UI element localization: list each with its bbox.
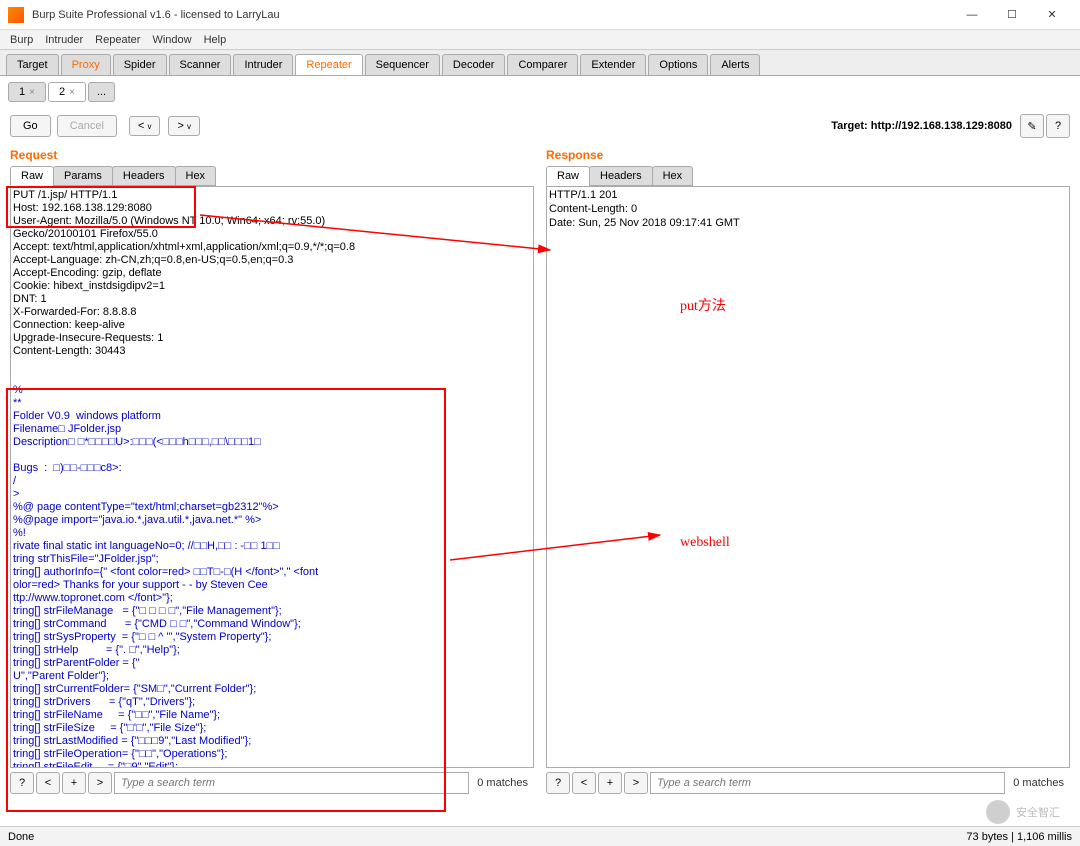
help-button[interactable]: ? bbox=[1046, 114, 1070, 138]
title-bar: Burp Suite Professional v1.6 - licensed … bbox=[0, 0, 1080, 30]
main-tabs: Target Proxy Spider Scanner Intruder Rep… bbox=[0, 50, 1080, 76]
search-help-button[interactable]: ? bbox=[10, 772, 34, 794]
request-tab-params[interactable]: Params bbox=[53, 166, 113, 186]
menu-help[interactable]: Help bbox=[198, 32, 233, 48]
response-title: Response bbox=[546, 144, 1070, 166]
search-add-button[interactable]: + bbox=[598, 772, 622, 794]
request-search-input[interactable] bbox=[114, 772, 469, 794]
request-tab-raw[interactable]: Raw bbox=[10, 166, 54, 186]
watermark-logo-icon bbox=[986, 800, 1010, 824]
response-editor[interactable]: HTTP/1.1 201 Content-Length: 0 Date: Sun… bbox=[546, 186, 1070, 768]
tab-options[interactable]: Options bbox=[648, 54, 708, 75]
arrow-put-icon bbox=[200, 200, 560, 260]
subtab-1[interactable]: 1× bbox=[8, 82, 46, 102]
tab-spider[interactable]: Spider bbox=[113, 54, 167, 75]
arrow-webshell-icon bbox=[450, 510, 670, 570]
maximize-button[interactable]: ☐ bbox=[992, 1, 1032, 29]
tab-target[interactable]: Target bbox=[6, 54, 59, 75]
annotation-put: put方法 bbox=[680, 295, 726, 315]
response-tab-headers[interactable]: Headers bbox=[589, 166, 653, 186]
search-help-button[interactable]: ? bbox=[546, 772, 570, 794]
tab-comparer[interactable]: Comparer bbox=[507, 54, 578, 75]
close-icon[interactable]: × bbox=[69, 87, 75, 98]
menu-bar: Burp Intruder Repeater Window Help bbox=[0, 30, 1080, 50]
repeater-toolbar: Go Cancel < v > v Target: http://192.168… bbox=[0, 108, 1080, 144]
response-tab-hex[interactable]: Hex bbox=[652, 166, 694, 186]
response-search-input[interactable] bbox=[650, 772, 1005, 794]
menu-repeater[interactable]: Repeater bbox=[89, 32, 146, 48]
annotation-webshell: webshell bbox=[680, 535, 730, 551]
search-next-button[interactable]: > bbox=[624, 772, 648, 794]
search-prev-button[interactable]: < bbox=[572, 772, 596, 794]
watermark: 安全智汇 bbox=[986, 800, 1060, 824]
search-next-button[interactable]: > bbox=[88, 772, 112, 794]
tab-repeater[interactable]: Repeater bbox=[295, 54, 362, 75]
history-forward-button[interactable]: > v bbox=[168, 116, 200, 136]
edit-target-button[interactable]: ✎ bbox=[1020, 114, 1044, 138]
tab-extender[interactable]: Extender bbox=[580, 54, 646, 75]
app-icon bbox=[8, 7, 24, 23]
window-title: Burp Suite Professional v1.6 - licensed … bbox=[32, 9, 952, 21]
minimize-button[interactable]: — bbox=[952, 1, 992, 29]
status-left: Done bbox=[8, 831, 34, 843]
search-add-button[interactable]: + bbox=[62, 772, 86, 794]
tab-proxy[interactable]: Proxy bbox=[61, 54, 111, 75]
tab-alerts[interactable]: Alerts bbox=[710, 54, 760, 75]
menu-burp[interactable]: Burp bbox=[4, 32, 39, 48]
cancel-button: Cancel bbox=[57, 115, 117, 137]
status-right: 73 bytes | 1,106 millis bbox=[966, 831, 1072, 843]
response-match-count: 0 matches bbox=[1007, 777, 1070, 789]
close-button[interactable]: ✕ bbox=[1032, 1, 1072, 29]
close-icon[interactable]: × bbox=[29, 87, 35, 98]
request-editor[interactable]: PUT /1.jsp/ HTTP/1.1 Host: 192.168.138.1… bbox=[10, 186, 534, 768]
search-prev-button[interactable]: < bbox=[36, 772, 60, 794]
history-back-button[interactable]: < v bbox=[129, 116, 161, 136]
request-title: Request bbox=[10, 144, 534, 166]
request-match-count: 0 matches bbox=[471, 777, 534, 789]
tab-intruder[interactable]: Intruder bbox=[233, 54, 293, 75]
repeater-subtabs: 1× 2× ... bbox=[0, 76, 1080, 108]
menu-intruder[interactable]: Intruder bbox=[39, 32, 89, 48]
go-button[interactable]: Go bbox=[10, 115, 51, 137]
response-tab-raw[interactable]: Raw bbox=[546, 166, 590, 186]
status-bar: Done 73 bytes | 1,106 millis bbox=[0, 826, 1080, 846]
menu-window[interactable]: Window bbox=[146, 32, 197, 48]
tab-scanner[interactable]: Scanner bbox=[169, 54, 232, 75]
tab-decoder[interactable]: Decoder bbox=[442, 54, 506, 75]
subtab-more[interactable]: ... bbox=[88, 82, 115, 102]
subtab-2[interactable]: 2× bbox=[48, 82, 86, 102]
target-label: Target: http://192.168.138.129:8080 bbox=[831, 120, 1012, 132]
tab-sequencer[interactable]: Sequencer bbox=[365, 54, 440, 75]
response-pane: Response Raw Headers Hex HTTP/1.1 201 Co… bbox=[546, 144, 1070, 794]
request-tab-hex[interactable]: Hex bbox=[175, 166, 217, 186]
request-tab-headers[interactable]: Headers bbox=[112, 166, 176, 186]
